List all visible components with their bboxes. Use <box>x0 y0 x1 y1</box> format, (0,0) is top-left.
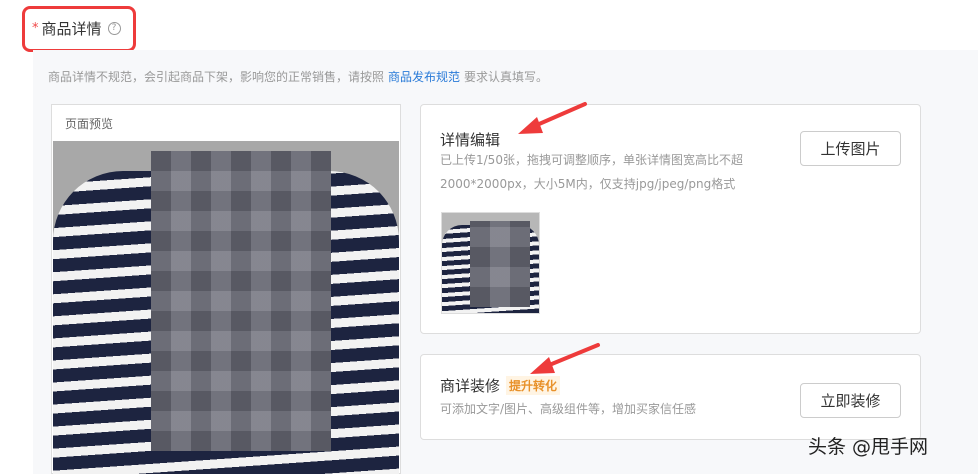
preview-label: 页面预览 <box>65 117 114 131</box>
uploaded-image-thumbnail[interactable] <box>441 212 540 314</box>
required-mark: * <box>32 21 39 36</box>
detail-edit-title: 详情编辑 <box>440 131 501 149</box>
section-title-text: 商品详情 <box>41 20 102 38</box>
desc-line-1: 已上传1/50张，拖拽可调整顺序，单张详情图宽高比不超 <box>440 153 743 167</box>
desc-line-2: 2000*2000px，大小5M内，仅支持jpg/jpeg/png格式 <box>440 177 736 191</box>
upload-image-button[interactable]: 上传图片 <box>800 131 901 166</box>
publish-rules-link[interactable]: 商品发布规范 <box>388 70 460 84</box>
conversion-badge: 提升转化 <box>506 376 561 395</box>
notice-after: 要求认真填写。 <box>464 70 549 84</box>
watermark: 头条 @甩手网 <box>808 436 929 458</box>
notice-before: 商品详情不规范，会引起商品下架，影响您的正常销售，请按照 <box>48 70 385 84</box>
detail-edit-desc: 已上传1/50张，拖拽可调整顺序，单张详情图宽高比不超 2000*2000px，… <box>440 148 785 196</box>
decoration-desc: 可添加文字/图片、高级组件等，增加买家信任感 <box>440 402 697 416</box>
question-circle-icon[interactable]: ? <box>107 22 121 35</box>
decorate-now-button[interactable]: 立即装修 <box>800 383 901 418</box>
notice-text: 商品详情不规范，会引起商品下架，影响您的正常销售，请按照 商品发布规范 要求认真填写… <box>48 68 548 85</box>
section-title: * 商品详情 ? <box>32 18 121 39</box>
decoration-title: 商详装修 <box>440 377 501 395</box>
pixelated-face <box>151 151 331 451</box>
decoration-title-row: 商详装修 提升转化 <box>440 375 561 396</box>
thumbnail-pixelated-face <box>470 221 530 307</box>
preview-image <box>53 141 399 474</box>
